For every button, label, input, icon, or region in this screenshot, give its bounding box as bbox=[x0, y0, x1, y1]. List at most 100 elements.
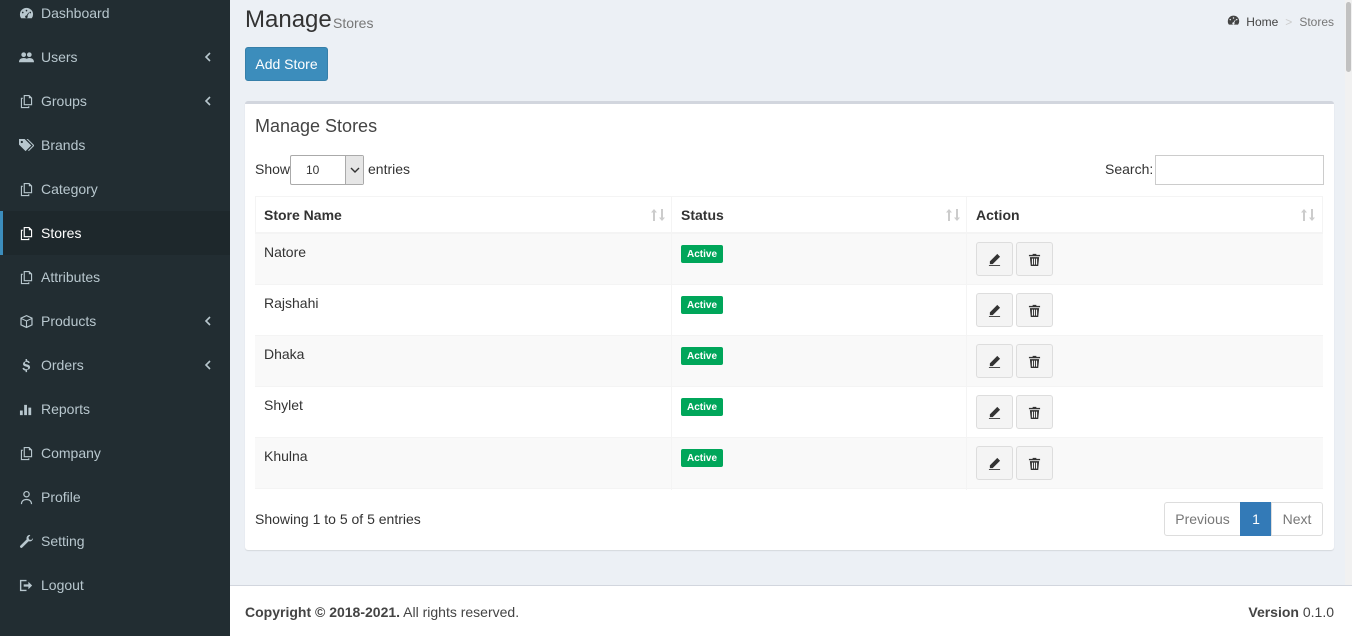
dashboard-icon bbox=[18, 5, 34, 21]
sidebar-item-label: Logout bbox=[41, 577, 84, 593]
delete-button[interactable] bbox=[1016, 242, 1053, 276]
chevron-left-icon bbox=[204, 50, 212, 64]
sidebar-item-label: Dashboard bbox=[41, 5, 110, 21]
entries-label: entries bbox=[368, 161, 411, 177]
column-label: Status bbox=[681, 207, 724, 223]
column-header-action[interactable]: Action bbox=[968, 197, 1323, 233]
sidebar-item-label: Groups bbox=[41, 93, 87, 109]
cube-icon bbox=[18, 313, 34, 329]
version-value: 0.1.0 bbox=[1298, 604, 1334, 620]
edit-button[interactable] bbox=[976, 293, 1013, 327]
wrench-icon bbox=[18, 533, 34, 549]
add-store-button[interactable]: Add Store bbox=[245, 47, 328, 81]
version: Version 0.1.0 bbox=[1248, 604, 1334, 620]
chevron-down-icon bbox=[345, 156, 363, 184]
edit-button[interactable] bbox=[976, 395, 1013, 429]
trash-icon bbox=[1028, 304, 1041, 317]
store-name-cell: Rajshahi bbox=[264, 295, 319, 311]
sidebar-item-users[interactable]: Users bbox=[0, 35, 230, 79]
sidebar-item-brands[interactable]: Brands bbox=[0, 123, 230, 167]
delete-button[interactable] bbox=[1016, 293, 1053, 327]
next-page-button[interactable]: Next bbox=[1271, 502, 1323, 536]
copy-icon bbox=[18, 225, 34, 241]
breadcrumb-home-link[interactable]: Home bbox=[1246, 15, 1278, 29]
status-badge: Active bbox=[681, 398, 724, 416]
chevron-left-icon bbox=[204, 358, 212, 372]
trash-icon bbox=[1028, 253, 1041, 266]
pencil-icon bbox=[988, 406, 1001, 419]
previous-page-button[interactable]: Previous bbox=[1164, 502, 1241, 536]
chevron-left-icon bbox=[204, 94, 212, 108]
scrollbar-thumb[interactable] bbox=[1346, 2, 1351, 72]
column-header-status[interactable]: Status bbox=[673, 197, 968, 233]
sidebar-item-dashboard[interactable]: Dashboard bbox=[0, 0, 230, 35]
status-badge: Active bbox=[681, 245, 724, 263]
sidebar-item-orders[interactable]: Orders bbox=[0, 343, 230, 387]
dashboard-icon bbox=[1227, 14, 1246, 30]
search-input[interactable] bbox=[1155, 155, 1324, 185]
table-row: Dhaka Active bbox=[255, 336, 1323, 387]
status-badge: Active bbox=[681, 296, 724, 314]
copyright-rest: All rights reserved. bbox=[400, 604, 520, 620]
dollar-icon bbox=[18, 357, 34, 373]
pencil-icon bbox=[988, 355, 1001, 368]
pencil-icon bbox=[988, 253, 1001, 266]
sidebar-item-label: Users bbox=[41, 49, 78, 65]
sidebar-item-products[interactable]: Products bbox=[0, 299, 230, 343]
sidebar-item-label: Setting bbox=[41, 533, 85, 549]
copy-icon bbox=[18, 181, 34, 197]
page-subtitle: Stores bbox=[333, 15, 374, 31]
sidebar-item-groups[interactable]: Groups bbox=[0, 79, 230, 123]
copy-icon bbox=[18, 269, 34, 285]
copy-icon bbox=[18, 445, 34, 461]
column-divider bbox=[671, 196, 672, 490]
page-length-select[interactable]: 10 bbox=[290, 155, 364, 185]
sidebar-item-attributes[interactable]: Attributes bbox=[0, 255, 230, 299]
breadcrumb: Home > Stores bbox=[1227, 14, 1334, 30]
search-label: Search: bbox=[1105, 161, 1154, 177]
sidebar-item-reports[interactable]: Reports bbox=[0, 387, 230, 431]
manage-stores-box: Manage Stores Show 10 entries Search: St… bbox=[245, 101, 1334, 550]
store-name-cell: Dhaka bbox=[264, 346, 305, 362]
column-label: Store Name bbox=[264, 207, 342, 223]
trash-icon bbox=[1028, 457, 1041, 470]
sidebar-item-label: Attributes bbox=[41, 269, 101, 285]
page-1-button[interactable]: 1 bbox=[1240, 502, 1272, 536]
sidebar-item-category[interactable]: Category bbox=[0, 167, 230, 211]
column-header-store-name[interactable]: Store Name bbox=[256, 197, 673, 233]
scrollbar-track[interactable] bbox=[1345, 0, 1352, 585]
edit-button[interactable] bbox=[976, 446, 1013, 480]
sidebar-item-company[interactable]: Company bbox=[0, 431, 230, 475]
trash-icon bbox=[1028, 355, 1041, 368]
delete-button[interactable] bbox=[1016, 395, 1053, 429]
pencil-icon bbox=[988, 304, 1001, 317]
table-row: Rajshahi Active bbox=[255, 285, 1323, 336]
copyright: Copyright © 2018-2021. All rights reserv… bbox=[245, 604, 519, 620]
pagination: Previous 1 Next bbox=[1164, 502, 1323, 536]
edit-button[interactable] bbox=[976, 344, 1013, 378]
sign-out-icon bbox=[18, 577, 34, 593]
table-row: Khulna Active bbox=[255, 438, 1323, 489]
sort-icon bbox=[651, 208, 665, 222]
user-icon bbox=[18, 489, 34, 505]
stores-table: Store Name Status Action Natore Active R… bbox=[255, 196, 1323, 490]
edit-button[interactable] bbox=[976, 242, 1013, 276]
sidebar-item-stores[interactable]: Stores bbox=[0, 211, 230, 255]
footer: Copyright © 2018-2021. All rights reserv… bbox=[230, 585, 1352, 636]
store-name-cell: Shylet bbox=[264, 397, 303, 413]
delete-button[interactable] bbox=[1016, 446, 1053, 480]
bar-chart-icon bbox=[18, 401, 34, 417]
sidebar-item-label: Orders bbox=[41, 357, 84, 373]
page-title: Manage bbox=[245, 6, 332, 33]
sidebar-item-logout[interactable]: Logout bbox=[0, 563, 230, 607]
sort-icon bbox=[946, 208, 960, 222]
table-info: Showing 1 to 5 of 5 entries bbox=[255, 511, 421, 527]
sidebar-item-profile[interactable]: Profile bbox=[0, 475, 230, 519]
delete-button[interactable] bbox=[1016, 344, 1053, 378]
store-name-cell: Khulna bbox=[264, 448, 308, 464]
breadcrumb-separator: > bbox=[1285, 15, 1293, 29]
sidebar-item-label: Category bbox=[41, 181, 98, 197]
store-name-cell: Natore bbox=[264, 244, 307, 260]
sidebar-item-setting[interactable]: Setting bbox=[0, 519, 230, 563]
table-header: Store Name Status Action bbox=[255, 196, 1323, 234]
